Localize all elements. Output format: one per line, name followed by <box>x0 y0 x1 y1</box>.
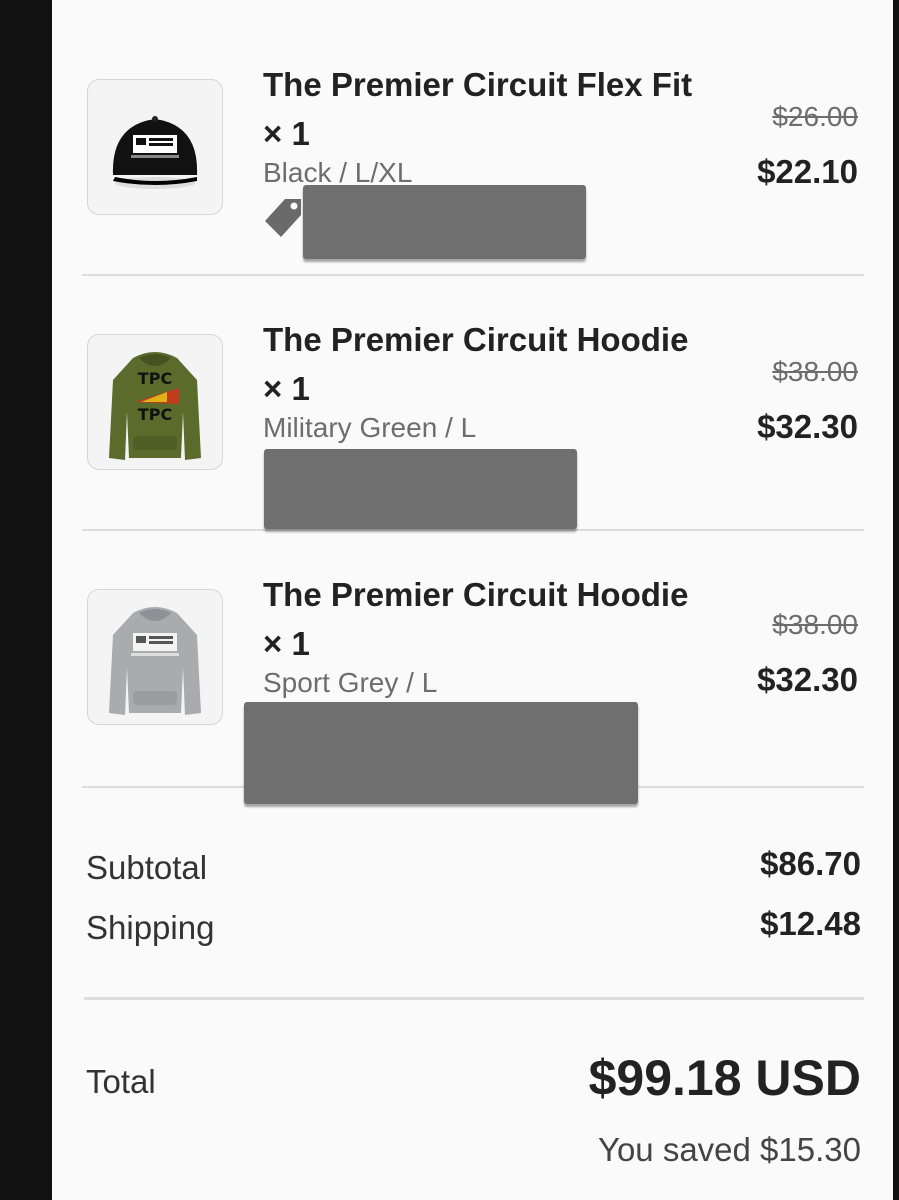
line-item: The Premier Circuit Flex Fit × 1 Black /… <box>82 66 864 276</box>
green-hoodie-icon: TPC TPC <box>109 352 201 460</box>
product-title[interactable]: The Premier Circuit Hoodie × 1 <box>263 315 703 413</box>
device-bezel-right <box>893 0 899 1200</box>
original-price: $38.00 <box>772 356 858 387</box>
line-item: TPC TPC The Premier Circuit Hoodie × 1 M… <box>82 321 864 531</box>
product-thumbnail <box>87 589 223 725</box>
svg-text:TPC: TPC <box>138 369 172 388</box>
summary-divider <box>84 997 864 1000</box>
savings-text: You saved $15.30 <box>597 1131 861 1168</box>
subtotal-value: $86.70 <box>760 845 861 882</box>
original-price: $38.00 <box>772 609 858 640</box>
product-thumbnail <box>87 79 223 215</box>
redacted-block <box>264 449 577 529</box>
device-bezel-left <box>0 0 52 1200</box>
shipping-value: $12.48 <box>760 905 861 942</box>
total-label: Total <box>86 1063 156 1100</box>
product-variant: Sport Grey / L <box>263 667 438 698</box>
product-title[interactable]: The Premier Circuit Flex Fit × 1 <box>263 60 703 158</box>
subtotal-label: Subtotal <box>86 849 208 886</box>
line-item: The Premier Circuit Hoodie × 1 Sport Gre… <box>82 576 864 804</box>
total-value: $99.18 USD <box>588 1050 861 1106</box>
discounted-price: $22.10 <box>757 153 858 190</box>
shipping-label: Shipping <box>86 909 215 946</box>
product-title[interactable]: The Premier Circuit Hoodie × 1 <box>263 570 703 668</box>
discounted-price: $32.30 <box>757 408 858 445</box>
black-cap-icon <box>112 116 198 189</box>
product-variant: Military Green / L <box>263 412 477 443</box>
redacted-block <box>303 185 586 259</box>
product-thumbnail: TPC TPC <box>87 334 223 470</box>
redacted-block <box>244 702 638 804</box>
discounted-price: $32.30 <box>757 661 858 698</box>
original-price: $26.00 <box>772 101 858 132</box>
svg-text:TPC: TPC <box>138 405 172 424</box>
grey-hoodie-icon <box>109 607 201 715</box>
discount-tag-icon <box>265 199 301 237</box>
